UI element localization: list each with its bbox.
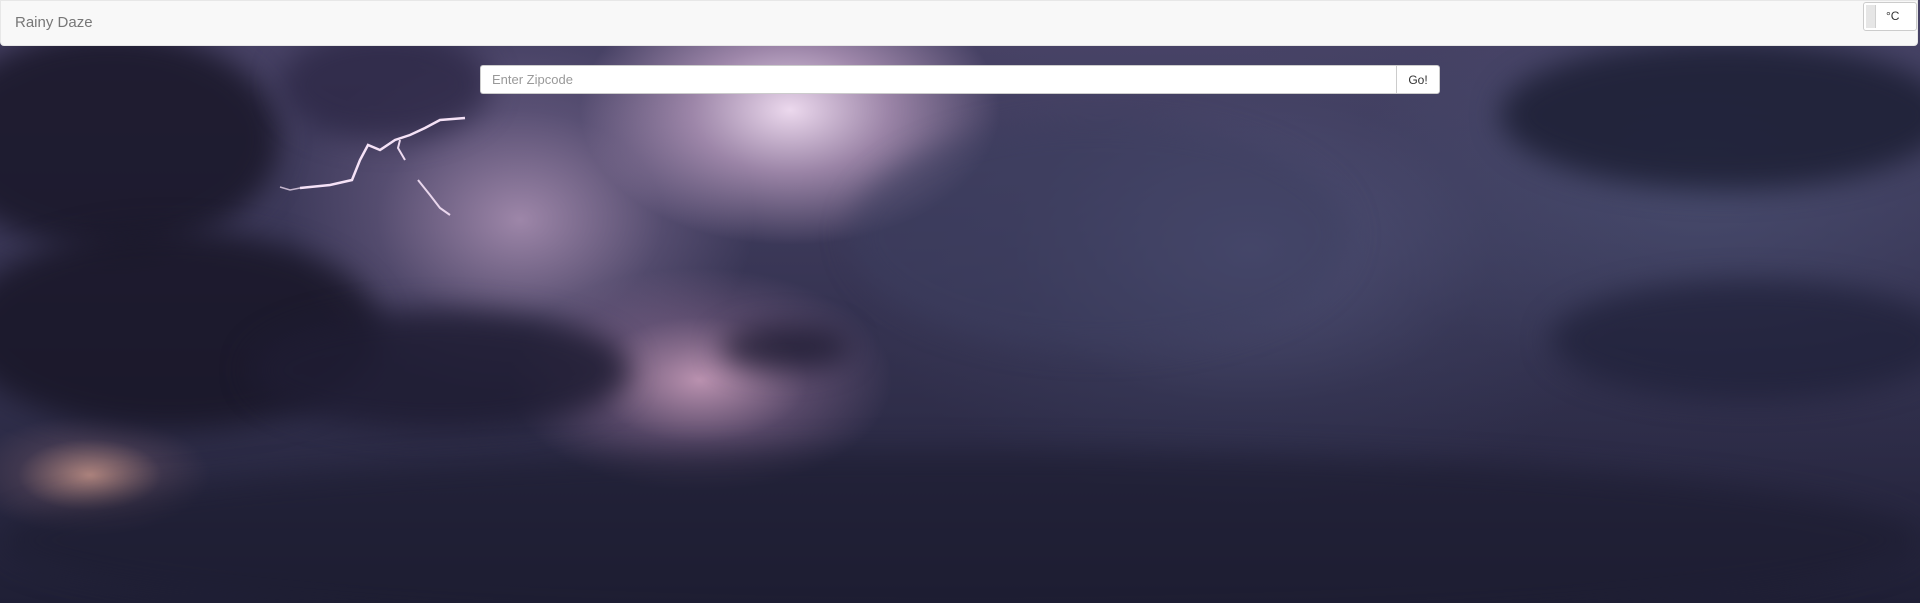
brand-title[interactable]: Rainy Daze: [15, 14, 93, 31]
toggle-knob[interactable]: [1866, 5, 1876, 28]
temperature-unit-toggle[interactable]: °C: [1863, 2, 1917, 31]
zipcode-search-group: Go!: [480, 65, 1440, 94]
top-navbar: Rainy Daze °C: [0, 0, 1918, 46]
unit-toggle-label: °C: [1886, 9, 1900, 23]
zipcode-input[interactable]: [480, 65, 1396, 94]
go-button[interactable]: Go!: [1396, 65, 1440, 94]
